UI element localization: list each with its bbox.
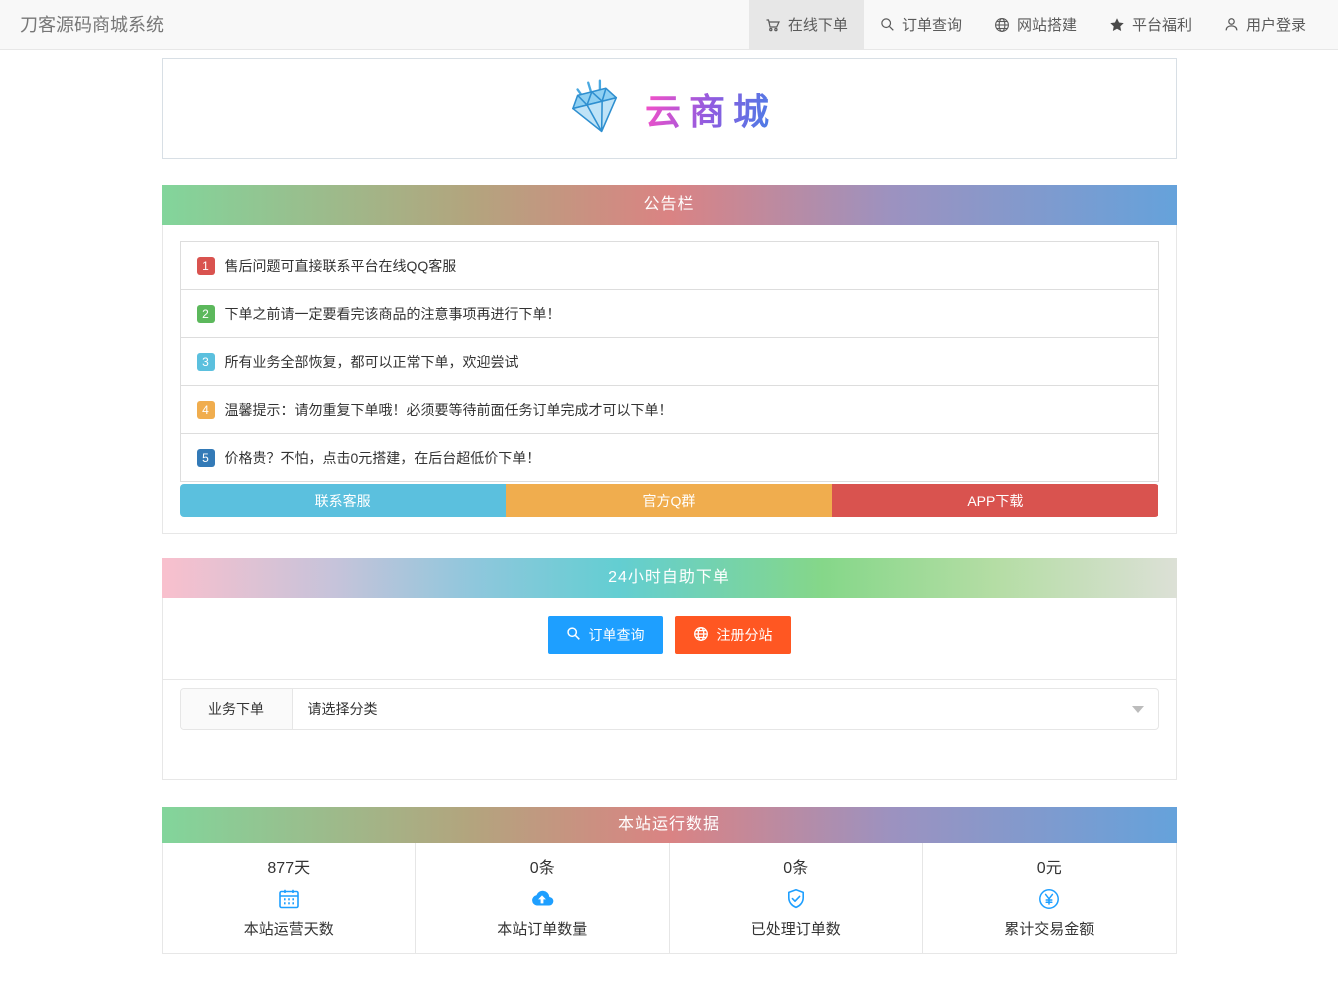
nav-item-online-order[interactable]: 在线下单 [748, 0, 864, 49]
cart-icon [765, 17, 781, 33]
stat-processed-orders: 0条 已处理订单数 [668, 843, 923, 953]
announcement-panel: 公告栏 1 售后问题可直接联系平台在线QQ客服 2 下单之前请一定要看完该商品的… [161, 185, 1177, 534]
notice-number-badge: 1 [196, 256, 215, 275]
calendar-icon [163, 884, 416, 914]
user-icon [1224, 17, 1239, 32]
stat-total-transactions: 0元 累计交易金额 [922, 843, 1176, 953]
select-placeholder: 请选择分类 [307, 701, 378, 717]
business-order-label: 业务下单 [180, 689, 293, 729]
search-icon [566, 626, 581, 644]
diamond-gem-icon [561, 73, 631, 144]
register-substation-button[interactable]: 注册分站 [674, 616, 791, 654]
notice-item: 2 下单之前请一定要看完该商品的注意事项再进行下单！ [179, 289, 1159, 338]
site-stats-panel: 本站运行数据 877天 本站运营天数 0条 本站订单数量 0条 已处理订单数 0… [161, 807, 1177, 954]
button-label: 注册分站 [716, 627, 773, 643]
stat-order-count: 0条 本站订单数量 [415, 843, 669, 953]
stat-label: 累计交易金额 [1004, 921, 1095, 938]
globe-icon [693, 626, 709, 645]
notice-number-badge: 5 [196, 448, 215, 467]
notice-item: 1 售后问题可直接联系平台在线QQ客服 [179, 241, 1159, 290]
self-service-title: 24小时自助下单 [161, 558, 1177, 598]
shield-check-icon [670, 884, 923, 914]
site-brand[interactable]: 刀客源码商城系统 [0, 0, 164, 49]
nav-item-user-login[interactable]: 用户登录 [1208, 0, 1322, 49]
chevron-down-icon [1131, 706, 1144, 713]
notice-number-badge: 3 [196, 352, 215, 371]
notice-item: 5 价格贵？不怕，点击0元搭建，在后台超低价下单！ [179, 433, 1159, 482]
stat-operating-days: 877天 本站运营天数 [163, 843, 416, 953]
nav-label: 在线下单 [787, 17, 848, 34]
nav-item-order-query[interactable]: 订单查询 [864, 0, 978, 49]
star-icon [1109, 17, 1125, 33]
cloud-upload-icon [416, 884, 669, 914]
notice-text: 价格贵？不怕，点击0元搭建，在后台超低价下单！ [224, 449, 541, 466]
notice-text: 下单之前请一定要看完该商品的注意事项再进行下单！ [224, 305, 561, 322]
top-navbar: 刀客源码商城系统 在线下单 订单查询 网站搭建 平台福利 用户登录 [0, 0, 1338, 50]
self-service-buttons: 订单查询 注册分站 [163, 598, 1176, 679]
announcement-buttons: 联系客服 官方Q群 APP下载 [179, 484, 1159, 517]
logo-text: 云商城 [645, 83, 777, 135]
notice-text: 温馨提示：请勿重复下单哦！必须要等待前面任务订单完成才可以下单！ [224, 401, 673, 418]
notice-item: 4 温馨提示：请勿重复下单哦！必须要等待前面任务订单完成才可以下单！ [179, 385, 1159, 434]
category-select[interactable]: 请选择分类 [293, 689, 1158, 729]
order-query-button[interactable]: 订单查询 [547, 616, 663, 654]
globe-icon [994, 17, 1010, 33]
nav-label: 平台福利 [1131, 17, 1192, 34]
app-download-button[interactable]: APP下载 [832, 484, 1159, 517]
notice-item: 3 所有业务全部恢复，都可以正常下单，欢迎尝试 [179, 337, 1159, 386]
nav-item-platform-benefits[interactable]: 平台福利 [1093, 0, 1208, 49]
business-order-row: 业务下单 请选择分类 [179, 688, 1159, 730]
logo-card: 云商城 [161, 58, 1177, 159]
official-qq-group-button[interactable]: 官方Q群 [505, 484, 833, 517]
nav-label: 网站搭建 [1016, 17, 1077, 34]
search-icon [880, 17, 895, 32]
notice-number-badge: 4 [196, 400, 215, 419]
announcement-title: 公告栏 [161, 185, 1177, 225]
stat-label: 本站订单数量 [497, 921, 588, 938]
stat-value: 0元 [1036, 860, 1062, 877]
stat-label: 已处理订单数 [750, 921, 841, 938]
stat-value: 0条 [529, 860, 555, 877]
stat-label: 本站运营天数 [243, 921, 334, 938]
self-service-panel: 24小时自助下单 订单查询 注册分站 业务下单 请选择分类 [161, 558, 1177, 780]
order-form-area: 业务下单 请选择分类 [162, 679, 1176, 779]
stat-value: 0条 [783, 860, 809, 877]
notice-number-badge: 2 [196, 304, 215, 323]
button-label: 订单查询 [588, 627, 645, 643]
nav-item-site-build[interactable]: 网站搭建 [978, 0, 1093, 49]
contact-support-button[interactable]: 联系客服 [179, 484, 506, 517]
nav-label: 订单查询 [901, 17, 962, 34]
nav-menu: 在线下单 订单查询 网站搭建 平台福利 用户登录 [748, 0, 1338, 49]
yen-circle-icon [923, 884, 1176, 914]
site-stats-title: 本站运行数据 [161, 807, 1177, 843]
nav-label: 用户登录 [1245, 17, 1306, 34]
stat-value: 877天 [267, 860, 311, 877]
notice-list: 1 售后问题可直接联系平台在线QQ客服 2 下单之前请一定要看完该商品的注意事项… [179, 241, 1159, 482]
notice-text: 所有业务全部恢复，都可以正常下单，欢迎尝试 [224, 353, 519, 370]
notice-text: 售后问题可直接联系平台在线QQ客服 [224, 257, 457, 274]
